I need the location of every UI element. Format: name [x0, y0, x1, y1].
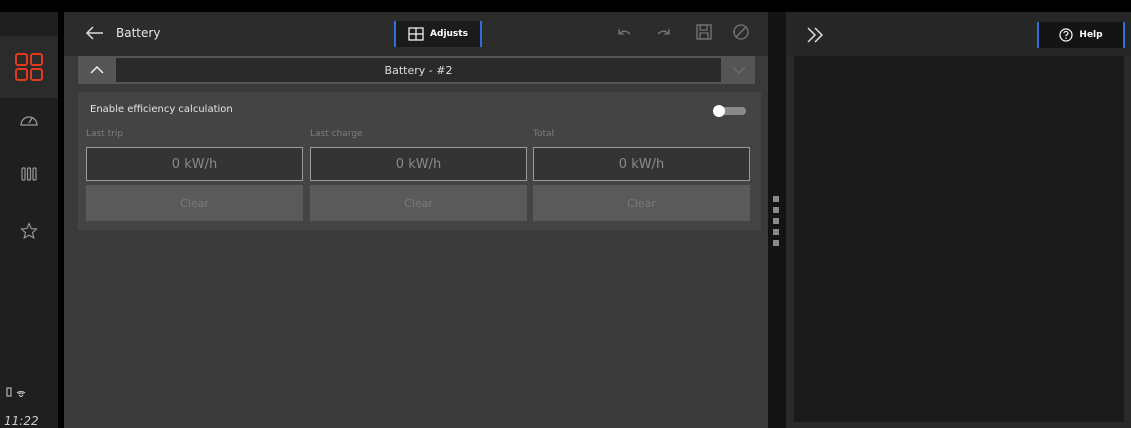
grip-dot — [773, 240, 779, 246]
battery-select-value[interactable]: Battery - #2 — [116, 58, 721, 82]
main-panel: Battery Adjusts Battery - #2 Enable effi… — [64, 12, 768, 428]
apps-grid-icon — [15, 53, 43, 81]
last-trip-label: Last trip — [86, 129, 124, 139]
star-icon — [20, 222, 38, 240]
undo-icon[interactable] — [616, 25, 634, 43]
chevron-up-icon[interactable] — [86, 60, 108, 80]
question-circle-icon — [1059, 28, 1074, 42]
help-button[interactable]: Help — [1037, 22, 1125, 48]
grip-dot — [773, 229, 779, 235]
columns-icon — [21, 167, 37, 181]
adjusts-label: Adjusts — [430, 29, 468, 39]
help-label: Help — [1079, 30, 1103, 40]
last-trip-value: 0 kW/h — [86, 147, 303, 181]
grip-dot — [773, 218, 779, 224]
clear-last-charge-button[interactable]: Clear — [310, 185, 527, 221]
gauge-icon — [20, 116, 38, 126]
total-value: 0 kW/h — [533, 147, 750, 181]
redo-icon[interactable] — [654, 25, 672, 43]
help-content-area — [794, 56, 1124, 422]
efficiency-toggle-label: Enable efficiency calculation — [90, 104, 233, 115]
top-strip — [0, 0, 58, 12]
efficiency-card: Enable efficiency calculation Last trip … — [78, 92, 761, 230]
table-icon — [408, 27, 424, 41]
panel-splitter[interactable] — [768, 12, 786, 428]
grip-dot — [773, 207, 779, 213]
battery-wifi-icon — [6, 387, 26, 398]
cancel-icon[interactable] — [732, 23, 750, 41]
clock: 11:22 — [4, 414, 39, 428]
right-top-bar: Help — [786, 12, 1131, 56]
last-charge-value: 0 kW/h — [310, 147, 527, 181]
last-charge-label: Last charge — [310, 129, 363, 139]
rail-item-columns[interactable] — [0, 158, 58, 190]
rail-item-favorites[interactable] — [0, 215, 58, 247]
back-arrow-icon[interactable] — [84, 22, 106, 44]
clear-total-button[interactable]: Clear — [533, 185, 750, 221]
right-panel: Help — [786, 12, 1131, 428]
chevron-down-icon[interactable] — [728, 60, 750, 80]
adjusts-button[interactable]: Adjusts — [394, 21, 482, 47]
grip-dot — [773, 196, 779, 202]
efficiency-toggle[interactable] — [712, 105, 748, 117]
battery-selector: Battery - #2 — [78, 56, 755, 84]
double-chevron-right-icon[interactable] — [804, 24, 826, 46]
nav-rail: 11:22 — [0, 0, 58, 428]
page-title: Battery — [116, 26, 161, 40]
rail-item-dashboard[interactable] — [0, 104, 58, 136]
top-bar: Battery Adjusts — [64, 12, 768, 56]
clear-last-trip-button[interactable]: Clear — [86, 185, 303, 221]
status-indicators — [6, 387, 32, 400]
save-icon[interactable] — [695, 23, 713, 41]
rail-item-apps[interactable] — [0, 36, 58, 98]
total-label: Total — [533, 129, 555, 139]
